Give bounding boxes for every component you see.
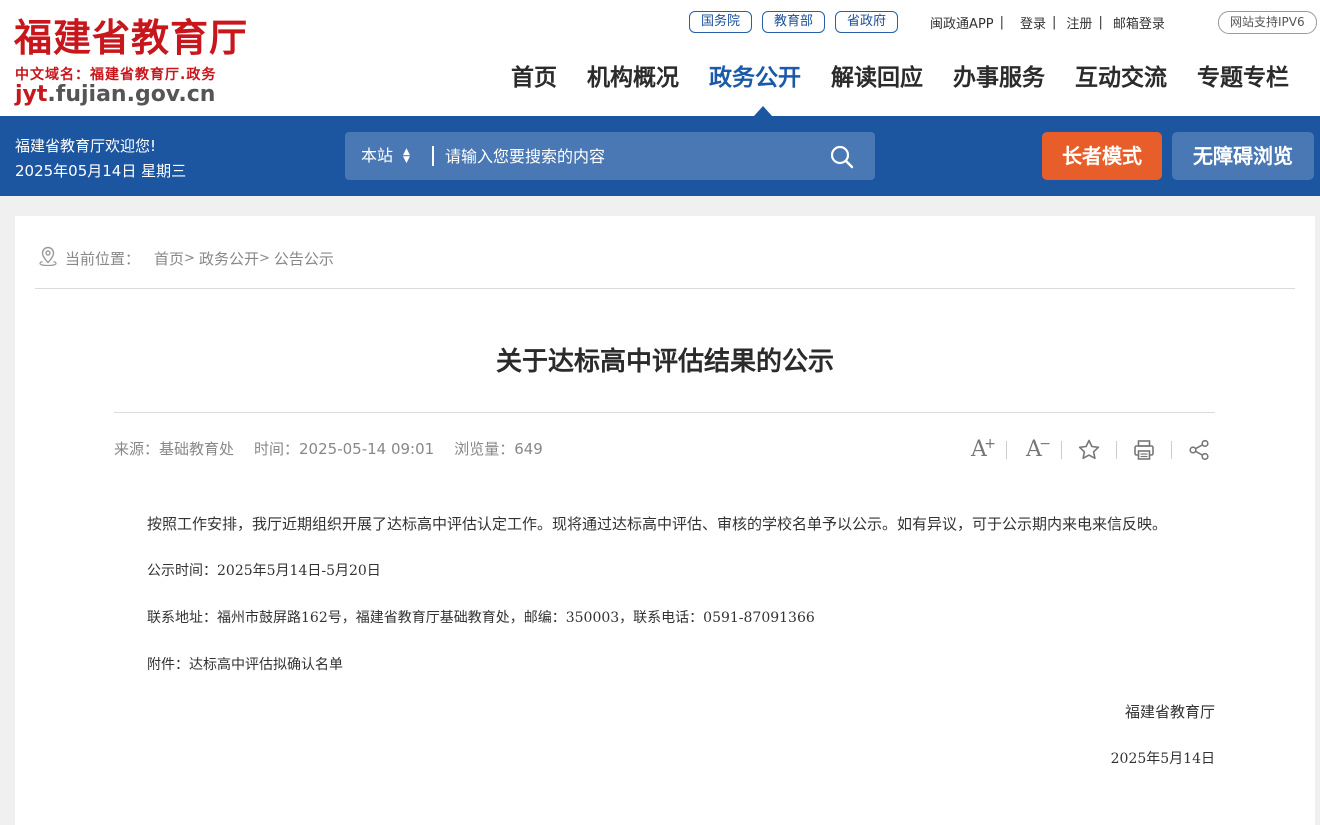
breadcrumb-home[interactable]: 首页 <box>154 248 184 269</box>
search-box: 本站 ▲ ▼ <box>345 132 875 180</box>
article-meta: 来源：基础教育处 时间：2025-05-14 09:01 浏览量：649 <box>114 438 563 459</box>
site-chinese-domain: 中文域名：福建省教育厅.政务 <box>15 67 217 83</box>
site-domain: jyt.fujian.gov.cn <box>15 82 215 108</box>
font-smaller-icon[interactable]: A − <box>1020 436 1051 464</box>
nav-organization[interactable]: 机构概况 <box>587 60 679 96</box>
link-mail-login[interactable]: 邮箱登录 <box>1107 13 1171 32</box>
article-signature: 福建省教育厅 <box>1124 703 1215 721</box>
tool-separator <box>1171 441 1172 459</box>
print-icon[interactable] <box>1130 436 1158 464</box>
article-date: 2025年5月14日 <box>1110 751 1215 767</box>
tool-separator <box>1116 441 1117 459</box>
top-links: 国务院 教育部 省政府 闽政通APP | 登录 | 注册 | 邮箱登录 <box>689 11 1171 33</box>
search-divider <box>432 146 434 166</box>
nav-interaction[interactable]: 互动交流 <box>1075 60 1167 96</box>
nav-interpretation[interactable]: 解读回应 <box>831 60 923 96</box>
top-link-separator: | <box>999 14 1005 30</box>
nav-active-indicator <box>754 106 772 116</box>
accessible-browse-button[interactable]: 无障碍浏览 <box>1172 132 1314 180</box>
breadcrumb-gov-affairs[interactable]: 政务公开 <box>199 248 259 269</box>
welcome-block: 福建省教育厅欢迎您! 2025年05月14日 星期三 <box>15 134 186 184</box>
nav-gov-affairs[interactable]: 政务公开 <box>709 60 801 96</box>
article-paragraph: 联系地址：福州市鼓屏路162号，福建省教育厅基础教育处，邮编：350003，联系… <box>147 610 815 626</box>
article-tools: A + A − <box>965 436 1213 464</box>
share-icon[interactable] <box>1185 436 1213 464</box>
star-icon[interactable] <box>1075 436 1103 464</box>
nav-special-topics[interactable]: 专题专栏 <box>1197 60 1289 96</box>
article-time: 时间：2025-05-14 09:01 <box>254 440 435 458</box>
breadcrumb-divider <box>35 288 1295 289</box>
site-domain-prefix: jyt <box>15 82 48 107</box>
tool-separator <box>1006 441 1007 459</box>
article-body: 按照工作安排，我厅近期组织开展了达标高中评估认定工作。现将通过达标高中评估、审核… <box>114 508 1215 775</box>
current-date: 2025年05月14日 星期三 <box>15 162 187 180</box>
location-pin-icon <box>39 246 57 270</box>
site-logo-title[interactable]: 福建省教育厅 <box>14 14 248 62</box>
font-larger-icon[interactable]: A + <box>965 436 996 464</box>
utility-bar: 福建省教育厅欢迎您! 2025年05月14日 星期三 本站 ▲▼ 长者模式 无障… <box>0 116 1320 196</box>
search-icon[interactable] <box>829 144 855 170</box>
site-domain-rest: .fujian.gov.cn <box>47 82 216 107</box>
breadcrumb-label: 当前位置： <box>65 249 141 268</box>
link-state-council[interactable]: 国务院 <box>689 11 753 33</box>
breadcrumb: 当前位置： 首页 > 政务公开 > 公告公示 <box>39 246 334 270</box>
sort-arrows-icon[interactable]: ▲ ▼ <box>403 148 410 165</box>
main-nav: 首页 机构概况 政务公开 解读回应 办事服务 互动交流 专题专栏 <box>497 60 1289 96</box>
top-link-separator: | <box>1052 14 1057 30</box>
nav-home[interactable]: 首页 <box>511 60 557 96</box>
elder-mode-button[interactable]: 长者模式 <box>1042 132 1162 180</box>
article-paragraph: 按照工作安排，我厅近期组织开展了达标高中评估认定工作。现将通过达标高中评估、审核… <box>147 515 1168 533</box>
title-divider <box>114 412 1215 413</box>
article-title: 关于达标高中评估结果的公示 <box>495 347 834 377</box>
search-scope-select[interactable]: 本站 <box>361 132 393 180</box>
link-provincial-gov[interactable]: 省政府 <box>835 11 899 33</box>
breadcrumb-separator: > <box>258 250 270 266</box>
top-link-separator: | <box>1098 14 1103 30</box>
search-input[interactable] <box>445 132 815 180</box>
article-source: 来源：基础教育处 <box>114 440 235 458</box>
nav-services[interactable]: 办事服务 <box>953 60 1045 96</box>
site-header: 福建省教育厅 中文域名：福建省教育厅.政务 jyt.fujian.gov.cn … <box>0 0 1320 116</box>
welcome-text: 福建省教育厅欢迎您! <box>15 137 157 155</box>
link-mzt-app[interactable]: 闽政通APP <box>924 13 1000 32</box>
article-container: 当前位置： 首页 > 政务公开 > 公告公示 关于达标高中评估结果的公示 来源：… <box>15 216 1315 825</box>
article-paragraph: 公示时间：2025年5月14日-5月20日 <box>147 563 381 579</box>
tool-separator <box>1061 441 1062 459</box>
article-attachment[interactable]: 附件：达标高中评估拟确认名单 <box>114 649 1215 681</box>
ipv6-badge: 网站支持IPV6 <box>1218 11 1317 34</box>
breadcrumb-separator: > <box>184 250 195 266</box>
link-ministry-education[interactable]: 教育部 <box>762 11 826 33</box>
article-views: 浏览量：649 <box>454 440 543 458</box>
link-register[interactable]: 注册 <box>1060 13 1098 32</box>
breadcrumb-notices[interactable]: 公告公示 <box>274 248 334 269</box>
link-login[interactable]: 登录 <box>1014 13 1052 32</box>
